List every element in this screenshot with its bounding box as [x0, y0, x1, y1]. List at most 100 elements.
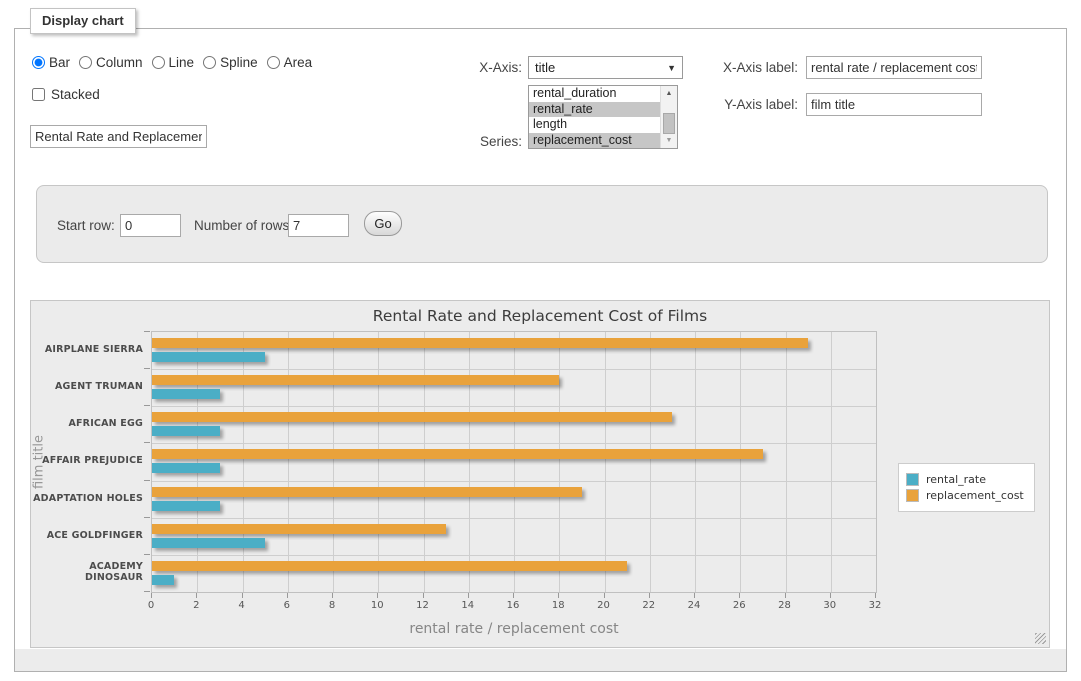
- y-category-label: AIRPLANE SIERRA: [31, 331, 143, 368]
- bar-replacement_cost: [152, 375, 559, 385]
- x-axis-title: rental rate / replacement cost: [314, 621, 714, 637]
- y-category-label: ACADEMY DINOSAUR: [31, 554, 143, 591]
- scrollbar-thumb[interactable]: [663, 113, 675, 134]
- bar-rental_rate: [152, 538, 265, 548]
- chart-type-radio-group: Bar Column Line Spline Area: [32, 55, 321, 70]
- x-tick-label: 24: [688, 600, 701, 611]
- x-tick-label: 8: [329, 600, 335, 611]
- x-tick-mark: [739, 593, 740, 598]
- chart-type-radio-column[interactable]: [79, 56, 92, 69]
- x-tick-label: 16: [507, 600, 520, 611]
- y-tick-mark: [144, 405, 150, 406]
- num-rows-input[interactable]: [288, 214, 349, 237]
- bar-row-academy-dinosaur: [152, 555, 876, 592]
- footer-strip: [15, 649, 1066, 671]
- x-tick-label: 4: [238, 600, 244, 611]
- x-tick-mark: [558, 593, 559, 598]
- x-tick-label: 20: [597, 600, 610, 611]
- chart-plot-area: [151, 331, 877, 593]
- series-option-replacement_cost[interactable]: replacement_cost: [529, 133, 660, 149]
- y-category-label: ADAPTATION HOLES: [31, 480, 143, 517]
- chart-title: Rental Rate and Replacement Cost of Film…: [31, 307, 1049, 325]
- x-axis-select[interactable]: title ▼: [528, 56, 683, 79]
- bar-rental_rate: [152, 463, 220, 473]
- x-tick-label: 10: [371, 600, 384, 611]
- x-tick-label: 12: [416, 600, 429, 611]
- scroll-up-icon[interactable]: ▲: [661, 86, 677, 101]
- bar-replacement_cost: [152, 338, 808, 348]
- x-tick-label: 18: [552, 600, 565, 611]
- y-tick-mark: [144, 368, 150, 369]
- x-tick-mark: [649, 593, 650, 598]
- legend-entry-replacement_cost: replacement_cost: [906, 489, 1024, 502]
- series-listbox[interactable]: rental_durationrental_ratelengthreplacem…: [528, 85, 678, 149]
- rows-form-panel: Start row: Number of rows: Go: [36, 185, 1048, 263]
- series-listbox-label: Series:: [440, 134, 522, 149]
- x-tick-label: 32: [869, 600, 882, 611]
- chart-title-input[interactable]: [30, 125, 207, 148]
- bar-row-ace-goldfinger: [152, 518, 876, 555]
- x-axis-label-label: X-Axis label:: [698, 60, 798, 75]
- start-row-input[interactable]: [120, 214, 181, 237]
- y-axis-label-label: Y-Axis label:: [698, 97, 798, 112]
- series-option-rental_duration[interactable]: rental_duration: [529, 86, 660, 102]
- chart-type-option-line[interactable]: Line: [152, 55, 195, 70]
- y-axis-label-input[interactable]: [806, 93, 982, 116]
- listbox-scrollbar[interactable]: ▲ ▼: [660, 86, 677, 148]
- stacked-label: Stacked: [51, 87, 100, 102]
- x-tick-mark: [468, 593, 469, 598]
- x-tick-label: 26: [733, 600, 746, 611]
- bar-row-airplane-sierra: [152, 332, 876, 369]
- x-tick-mark: [694, 593, 695, 598]
- series-options: rental_durationrental_ratelengthreplacem…: [529, 86, 660, 148]
- app-screen: Display chart Bar Column Line Spline Area St…: [0, 0, 1081, 681]
- stacked-checkbox[interactable]: [32, 88, 45, 101]
- chart-type-option-area[interactable]: Area: [267, 55, 313, 70]
- stacked-checkbox-row: Stacked: [32, 87, 100, 102]
- y-tick-mark: [144, 331, 150, 332]
- y-tick-mark: [144, 442, 150, 443]
- bar-rental_rate: [152, 575, 174, 585]
- chart-type-radio-spline[interactable]: [203, 56, 216, 69]
- y-category-label: AGENT TRUMAN: [31, 368, 143, 405]
- x-tick-mark: [830, 593, 831, 598]
- chart-type-option-bar[interactable]: Bar: [32, 55, 70, 70]
- y-tick-mark: [144, 480, 150, 481]
- legend-label: rental_rate: [926, 473, 986, 486]
- x-tick-mark: [423, 593, 424, 598]
- series-option-rental_rate[interactable]: rental_rate: [529, 102, 660, 118]
- y-category-label: ACE GOLDFINGER: [31, 517, 143, 554]
- bar-replacement_cost: [152, 524, 446, 534]
- bar-rental_rate: [152, 426, 220, 436]
- bar-row-affair-prejudice: [152, 443, 876, 480]
- series-option-length[interactable]: length: [529, 117, 660, 133]
- go-button[interactable]: Go: [364, 211, 402, 236]
- x-axis-label-input[interactable]: [806, 56, 982, 79]
- x-tick-label: 6: [284, 600, 290, 611]
- bar-rental_rate: [152, 389, 220, 399]
- chart-type-radio-line[interactable]: [152, 56, 165, 69]
- chart-type-option-column[interactable]: Column: [79, 55, 143, 70]
- chart-type-radio-bar[interactable]: [32, 56, 45, 69]
- x-tick-mark: [196, 593, 197, 598]
- chart-panel: Rental Rate and Replacement Cost of Film…: [30, 300, 1050, 648]
- legend-entry-rental_rate: rental_rate: [906, 473, 1024, 486]
- bar-row-adaptation-holes: [152, 481, 876, 518]
- x-tick-label: 28: [778, 600, 791, 611]
- bar-replacement_cost: [152, 412, 672, 422]
- x-tick-mark: [151, 593, 152, 598]
- y-category-label: AFRICAN EGG: [31, 405, 143, 442]
- x-axis-select-label: X-Axis:: [440, 60, 522, 75]
- fieldset-legend: Display chart: [30, 8, 136, 34]
- resize-handle-icon[interactable]: [1035, 633, 1046, 644]
- y-tick-mark: [144, 517, 150, 518]
- chart-type-radio-area[interactable]: [267, 56, 280, 69]
- bar-replacement_cost: [152, 561, 627, 571]
- chart-legend: rental_rate replacement_cost: [898, 463, 1035, 512]
- scroll-down-icon[interactable]: ▼: [661, 133, 677, 148]
- x-tick-label: 0: [148, 600, 154, 611]
- chart-type-option-spline[interactable]: Spline: [203, 55, 258, 70]
- bar-row-agent-truman: [152, 369, 876, 406]
- bar-replacement_cost: [152, 487, 582, 497]
- x-tick-mark: [785, 593, 786, 598]
